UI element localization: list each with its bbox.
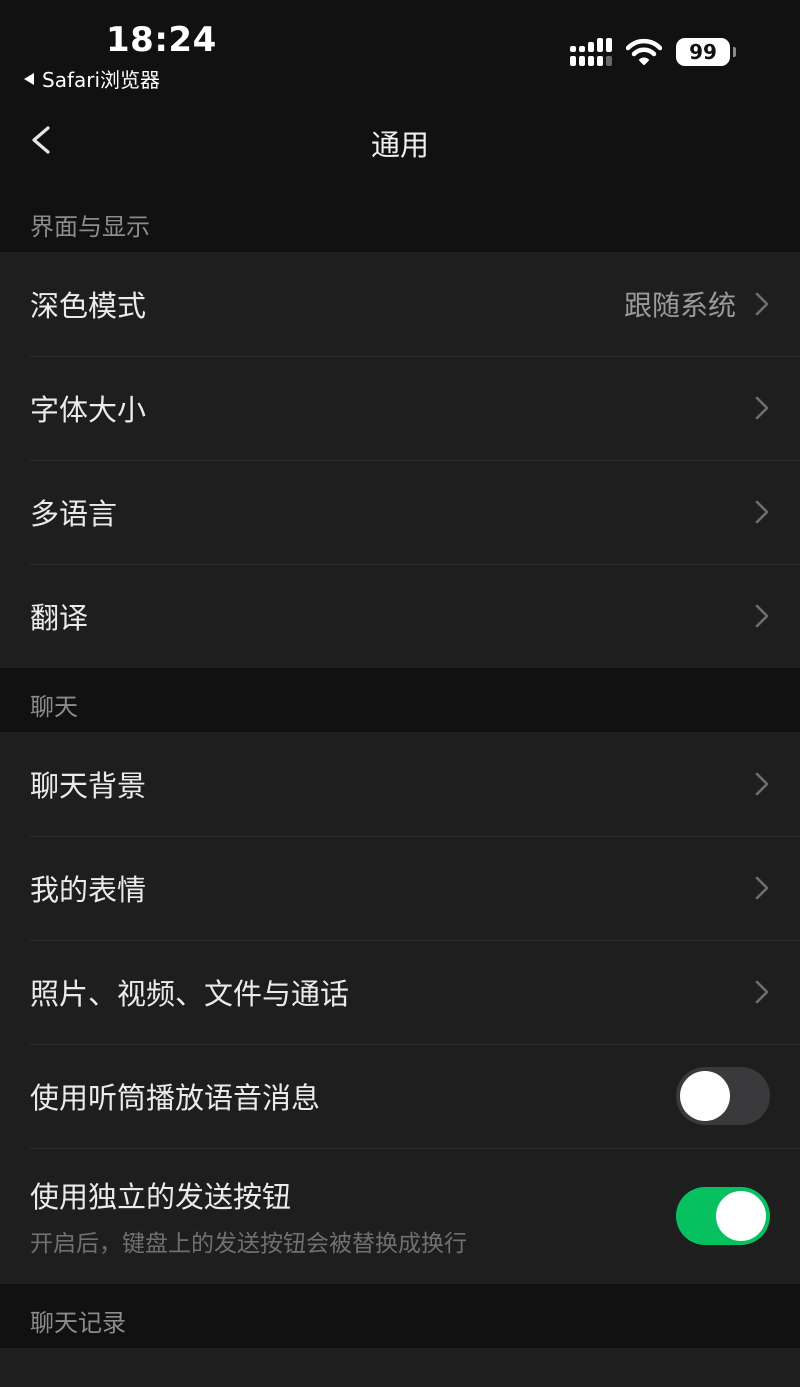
row-label: 使用独立的发送按钮: [30, 1180, 292, 1214]
row-font-size[interactable]: 字体大小: [0, 356, 800, 460]
navigation-bar: 通用: [0, 96, 800, 188]
back-app-label: Safari浏览器: [42, 68, 161, 92]
status-bar: 18:24 Safari浏览器 99: [0, 0, 800, 96]
row-label: 照片、视频、文件与通话: [30, 977, 350, 1011]
chevron-right-icon: [755, 876, 769, 900]
page-title: 通用: [370, 128, 429, 162]
section-header-display: 界面与显示: [30, 213, 150, 241]
row-text: 使用独立的发送按钮 开启后，键盘上的发送按钮会被替换成换行: [30, 1174, 676, 1258]
row-translate[interactable]: 翻译: [0, 564, 800, 668]
row-label: 字体大小: [30, 393, 147, 427]
toggle-knob: [680, 1071, 730, 1121]
separate-send-button-toggle[interactable]: [676, 1187, 770, 1245]
earpiece-playback-toggle[interactable]: [676, 1067, 770, 1125]
toggle-knob: [716, 1191, 766, 1241]
group-chat: 聊天背景 我的表情 照片、视频、文件与通话 使用听筒播放语音消息 使用独立的发送…: [0, 732, 800, 1284]
settings-list: 界面与显示 深色模式 跟随系统 字体大小 多语言 翻译 聊天 聊天背景 我的表情…: [0, 188, 800, 1387]
back-triangle-icon: [24, 72, 34, 85]
chevron-right-icon: [755, 500, 769, 524]
status-time: 18:24: [106, 20, 217, 60]
row-label: 深色模式: [30, 289, 147, 323]
row-separate-send-button: 使用独立的发送按钮 开启后，键盘上的发送按钮会被替换成换行: [0, 1148, 800, 1284]
section-header-chat: 聊天: [30, 693, 78, 721]
chevron-right-icon: [755, 396, 769, 420]
row-label: 我的表情: [30, 873, 147, 907]
settings-screen: 18:24 Safari浏览器 99 通用 界面与显示 深色模式 跟随系统 字体…: [0, 0, 800, 1387]
status-icons: 99: [570, 38, 736, 66]
chevron-right-icon: [755, 292, 769, 316]
row-my-stickers[interactable]: 我的表情: [0, 836, 800, 940]
row-chat-background[interactable]: 聊天背景: [0, 732, 800, 836]
row-label: 多语言: [30, 497, 118, 531]
row-label: 使用听筒播放语音消息: [30, 1081, 321, 1115]
row-dark-mode[interactable]: 深色模式 跟随系统: [0, 252, 800, 356]
chevron-right-icon: [755, 772, 769, 796]
row-label: 聊天背景: [30, 769, 147, 803]
battery-nub: [733, 47, 736, 57]
row-language[interactable]: 多语言: [0, 460, 800, 564]
signal-icon: [570, 38, 612, 66]
group-chat-history: [0, 1348, 800, 1387]
row-media-files-calls[interactable]: 照片、视频、文件与通话: [0, 940, 800, 1044]
row-earpiece-playback: 使用听筒播放语音消息: [0, 1044, 800, 1148]
back-to-app-link[interactable]: Safari浏览器: [24, 64, 160, 93]
section-header-chat-history: 聊天记录: [30, 1309, 126, 1337]
row-value: 跟随系统: [623, 289, 736, 322]
wifi-icon: [626, 38, 662, 65]
battery-level: 99: [689, 40, 717, 64]
row-sublabel: 开启后，键盘上的发送按钮会被替换成换行: [30, 1231, 467, 1257]
chevron-right-icon: [755, 604, 769, 628]
chevron-right-icon: [755, 980, 769, 1004]
battery-indicator: 99: [676, 38, 736, 66]
group-display: 深色模式 跟随系统 字体大小 多语言 翻译: [0, 252, 800, 668]
row-label: 翻译: [30, 601, 89, 635]
